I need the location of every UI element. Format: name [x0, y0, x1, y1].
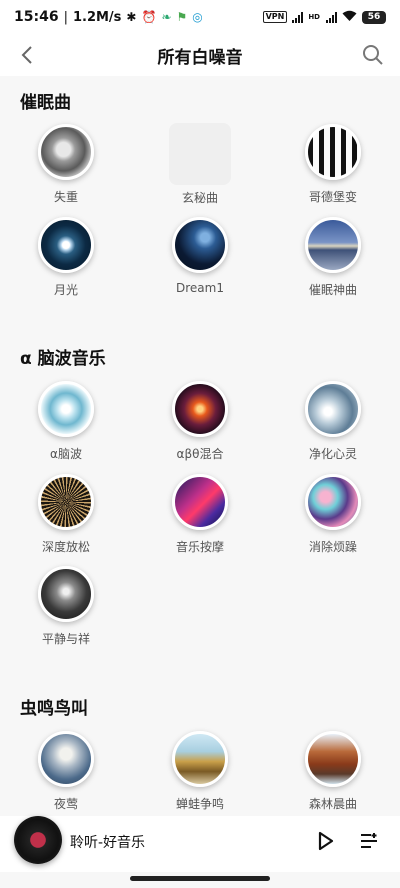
playlist-icon — [361, 833, 377, 848]
sound-item-jinghua[interactable]: 净化心灵 — [278, 381, 388, 462]
sound-item-yeying[interactable]: 夜莺 — [11, 731, 121, 812]
sound-item-fanzao[interactable]: 消除烦躁 — [278, 474, 388, 555]
sound-thumbnail — [305, 731, 361, 787]
section-title-cuimian: 催眠曲 — [20, 93, 71, 113]
hd-label: HD — [308, 13, 320, 21]
sound-label: 音乐按摩 — [175, 540, 224, 554]
sound-thumbnail — [38, 124, 94, 180]
vpn-badge: VPN — [262, 11, 288, 23]
sound-label: 失重 — [53, 190, 78, 204]
status-bar: 15:46 | 1.2M/s ✱ ⏰ ❧ ⚑ ◎ VPN HD 56 — [0, 0, 400, 34]
sound-thumbnail — [305, 381, 361, 437]
sound-item-alpha-brainwave[interactable]: α脑波 — [11, 381, 121, 462]
sound-item-senlin[interactable]: 森林晨曲 — [278, 731, 388, 812]
status-time: 15:46 — [14, 9, 59, 25]
sound-thumbnail — [172, 381, 228, 437]
sound-thumbnail — [172, 731, 228, 787]
sound-thumbnail — [172, 474, 228, 530]
sound-item-shendu[interactable]: 深度放松 — [11, 474, 121, 555]
play-icon — [318, 831, 334, 851]
sound-item-abt-mix[interactable]: αβθ混合 — [145, 381, 255, 462]
status-left: 15:46 | 1.2M/s ✱ ⏰ ❧ ⚑ ◎ — [14, 9, 203, 25]
sound-thumbnail-placeholder — [169, 123, 231, 185]
network-speed: 1.2M/s — [72, 9, 122, 25]
sound-item-gedebao[interactable]: 哥德堡变 — [278, 124, 388, 205]
sound-label: 蝉蛙争鸣 — [175, 797, 224, 811]
sound-label: 森林晨曲 — [308, 797, 357, 811]
header: 所有白噪音 — [0, 34, 400, 76]
flag-icon: ⚑ — [176, 10, 188, 24]
sound-label: 玄秘曲 — [181, 191, 218, 205]
signal-icon-2 — [326, 11, 337, 23]
sound-thumbnail — [305, 217, 361, 273]
sound-item-pingjing[interactable]: 平静与祥 — [11, 566, 121, 647]
sound-label: 夜莺 — [53, 797, 78, 811]
bluetooth-icon: ✱ — [126, 10, 137, 24]
sound-thumbnail — [305, 124, 361, 180]
sound-label: 深度放松 — [41, 540, 90, 554]
sound-label: 平静与祥 — [41, 632, 90, 646]
sound-item-cuimianshenqu[interactable]: 催眠神曲 — [278, 217, 388, 298]
signal-icon-1 — [292, 11, 304, 23]
sound-label: 净化心灵 — [308, 447, 357, 461]
sound-thumbnail — [172, 217, 228, 273]
section-title-chongming: 虫鸣鸟叫 — [20, 699, 88, 719]
sound-thumbnail — [38, 474, 94, 530]
sound-thumbnail — [38, 217, 94, 273]
section-title-alpha: α 脑波音乐 — [20, 349, 106, 369]
content-area[interactable]: 催眠曲 失重 玄秘曲 哥德堡变 月光 Dream1 催眠神曲 α 脑波音乐 α脑… — [0, 76, 400, 816]
leaf-icon: ❧ — [161, 10, 172, 24]
sound-label: α脑波 — [50, 447, 82, 461]
sound-item-yueguang[interactable]: 月光 — [11, 217, 121, 298]
sound-thumbnail — [38, 566, 94, 622]
battery-icon: 56 — [362, 10, 386, 24]
status-right: VPN HD 56 — [262, 10, 386, 24]
player-title: 聆听-好音乐 — [70, 835, 146, 851]
sound-label: Dream1 — [176, 281, 224, 295]
sound-thumbnail — [38, 381, 94, 437]
sound-label: 哥德堡变 — [308, 190, 357, 204]
playlist-button[interactable] — [356, 828, 382, 854]
search-button[interactable] — [360, 42, 386, 68]
sound-label: 月光 — [53, 283, 78, 297]
sound-item-dream1[interactable]: Dream1 — [145, 217, 255, 295]
sound-item-shizhong[interactable]: 失重 — [11, 124, 121, 205]
home-indicator — [130, 876, 270, 881]
page-title: 所有白噪音 — [157, 47, 243, 68]
sound-label: 催眠神曲 — [308, 283, 357, 297]
sound-thumbnail — [38, 731, 94, 787]
app-notification-icon: ◎ — [192, 10, 203, 24]
chevron-left-icon — [21, 46, 32, 64]
sound-label: αβθ混合 — [176, 447, 224, 461]
play-button[interactable] — [312, 828, 338, 854]
sound-thumbnail — [305, 474, 361, 530]
wifi-icon — [342, 10, 357, 24]
status-divider: | — [63, 9, 68, 25]
album-disc-icon[interactable] — [14, 816, 62, 864]
sound-item-anmo[interactable]: 音乐按摩 — [145, 474, 255, 555]
sound-item-chanwa[interactable]: 蝉蛙争鸣 — [145, 731, 255, 812]
search-icon — [363, 45, 383, 65]
sound-label: 消除烦躁 — [308, 540, 357, 554]
sound-item-xuanmi[interactable]: 玄秘曲 — [145, 123, 255, 206]
back-button[interactable] — [14, 42, 40, 68]
alarm-icon: ⏰ — [141, 10, 157, 24]
